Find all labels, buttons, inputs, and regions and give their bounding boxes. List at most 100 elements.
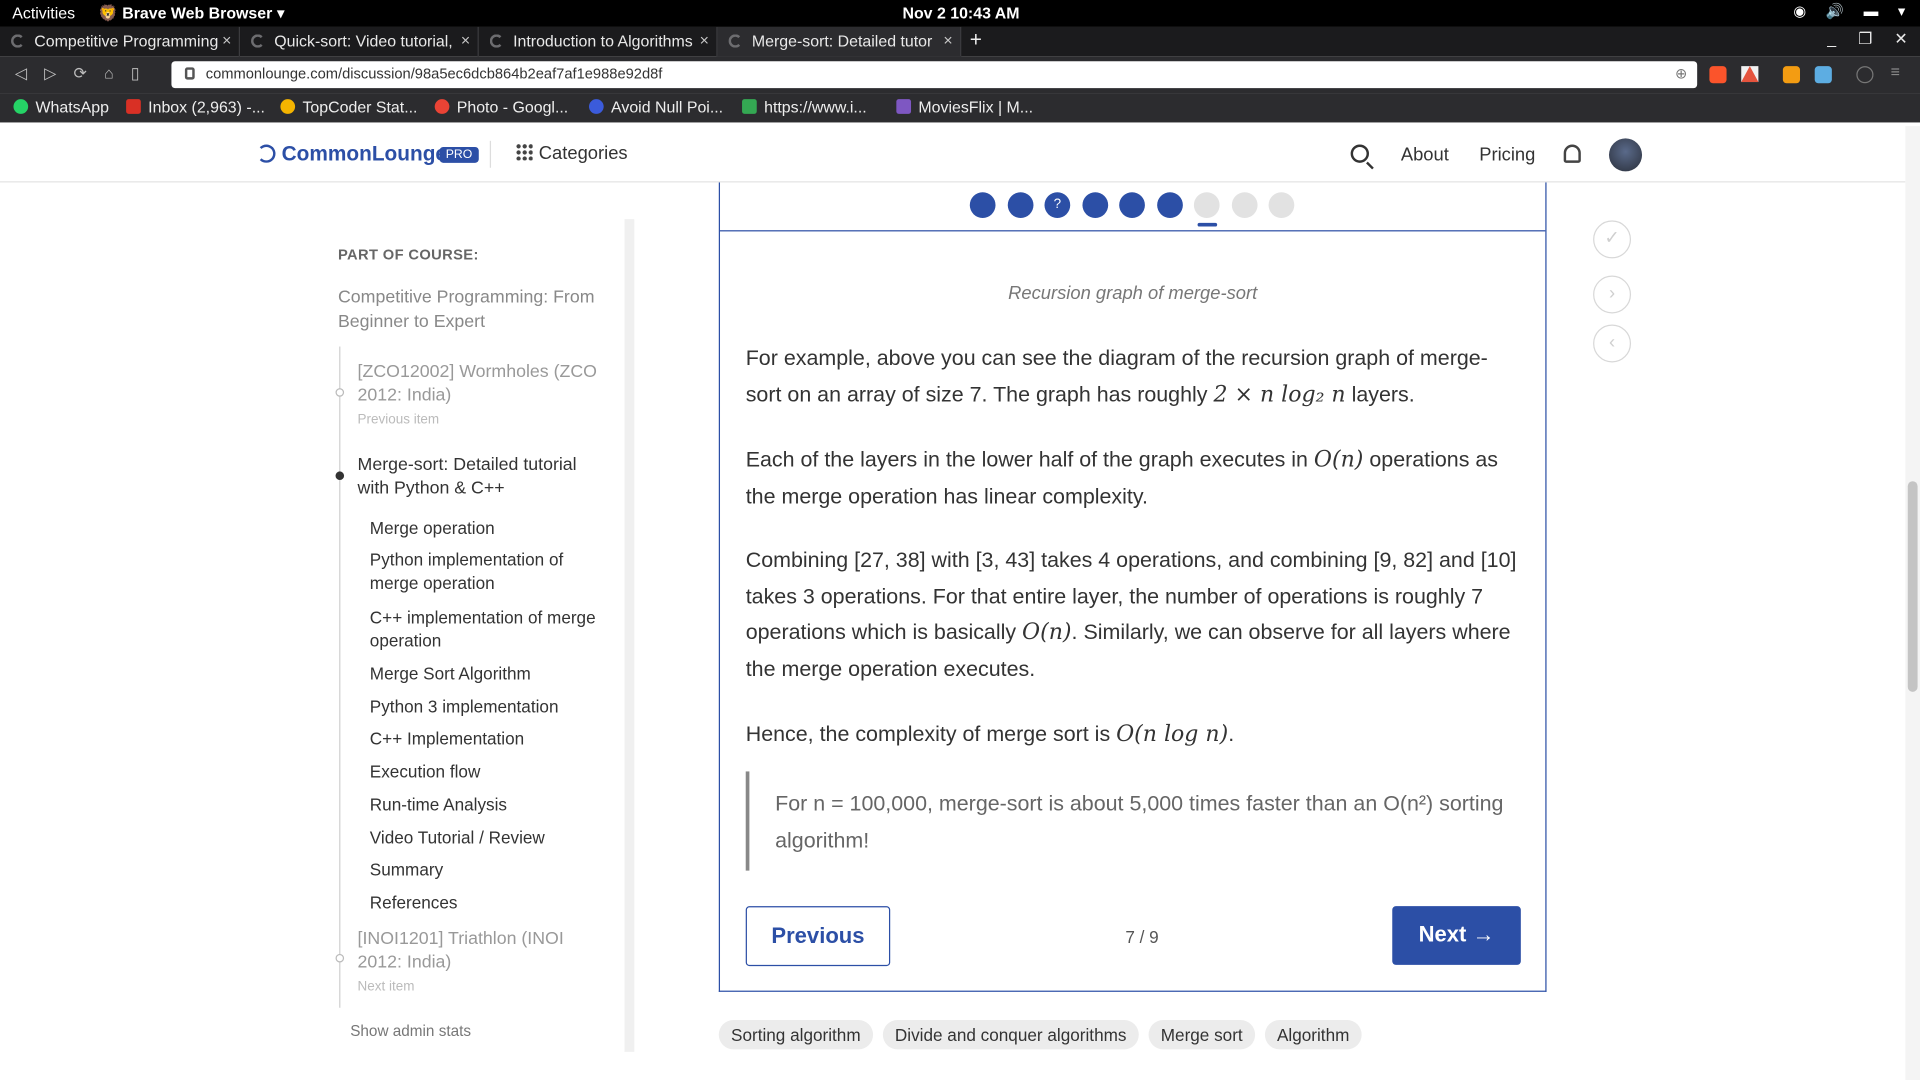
bookmark-item[interactable]: https://www.i...	[742, 98, 867, 116]
toc-item[interactable]: Merge operation	[370, 517, 603, 540]
app-menu-label: Brave Web Browser	[122, 3, 273, 23]
avatar[interactable]	[1608, 138, 1643, 172]
tab-title: Introduction to Algorithms	[513, 31, 693, 51]
search-icon[interactable]	[1350, 144, 1369, 163]
system-tray[interactable]: ◉ 🔊 ▬ ▾	[1793, 2, 1905, 19]
math: 2 × n log₂ n	[1213, 381, 1346, 408]
math: O(n)	[1313, 446, 1364, 473]
blockquote: For n = 100,000, merge-sort is about 5,0…	[745, 771, 1517, 871]
step-dot[interactable]	[1231, 192, 1258, 218]
bookmark-item[interactable]: Inbox (2,963) -...	[126, 98, 265, 116]
tab-quick-sort[interactable]: Quick-sort: Video tutorial, ×	[240, 26, 479, 57]
tab-intro-algorithms[interactable]: Introduction to Algorithms ×	[479, 26, 718, 57]
app-menu[interactable]: 🦁 Brave Web Browser ▾	[98, 4, 285, 24]
site-header: CommonLounge PRO Categories About Pricin…	[0, 126, 1906, 183]
close-icon[interactable]: ×	[700, 31, 709, 49]
close-icon[interactable]: ×	[943, 31, 952, 49]
toc-item[interactable]: C++ implementation of merge operation	[370, 606, 603, 653]
toc-item[interactable]: Execution flow	[370, 760, 603, 783]
bookmark-icon[interactable]: ▯	[131, 64, 140, 84]
tag[interactable]: Divide and conquer algorithms	[882, 1020, 1139, 1050]
brave-icon: 🦁	[97, 3, 123, 23]
scrollbar-thumb[interactable]	[1907, 481, 1918, 692]
step-dot[interactable]	[1007, 192, 1034, 218]
bell-icon[interactable]	[1563, 144, 1581, 163]
bookmark-label: Inbox (2,963) -...	[148, 97, 265, 117]
course-title-link[interactable]: Competitive Programming: From Beginner t…	[338, 285, 602, 334]
chevron-left-icon[interactable]: ‹	[1593, 324, 1632, 363]
pro-badge: PRO	[439, 146, 479, 163]
bookmarks-bar: WhatsApp Inbox (2,963) -... TopCoder Sta…	[0, 93, 1920, 123]
previous-item-label: Previous item	[357, 412, 440, 428]
toc-item[interactable]: Summary	[370, 858, 603, 881]
tab-competitive-programming[interactable]: Competitive Programming ×	[0, 26, 241, 57]
profile-icon[interactable]	[1856, 66, 1874, 84]
reload-icon[interactable]: ⟳	[73, 64, 86, 84]
step-dot[interactable]	[1157, 192, 1183, 218]
step-dot[interactable]	[1268, 192, 1295, 218]
toc-item[interactable]: Python 3 implementation	[370, 696, 603, 719]
previous-button[interactable]: Previous	[745, 906, 891, 967]
page-scrollbar[interactable]	[1905, 126, 1920, 1080]
tag[interactable]: Algorithm	[1264, 1020, 1362, 1050]
activities-button[interactable]: Activities	[12, 4, 75, 22]
zoom-icon[interactable]: ⊕	[1675, 65, 1687, 82]
bookmark-item[interactable]: Avoid Null Poi...	[588, 98, 723, 116]
step-dot[interactable]	[1082, 192, 1109, 218]
categories-label: Categories	[538, 143, 628, 165]
pen-extension-icon[interactable]	[1814, 66, 1832, 84]
about-link[interactable]: About	[1401, 144, 1449, 165]
toc-item[interactable]: Merge Sort Algorithm	[370, 662, 603, 685]
bookmark-label: WhatsApp	[35, 97, 109, 117]
close-icon[interactable]: ×	[461, 31, 470, 49]
new-tab-button[interactable]: +	[970, 28, 982, 52]
current-step-indicator	[1197, 222, 1218, 227]
step-dot[interactable]	[969, 192, 996, 218]
toc-item[interactable]: References	[370, 891, 603, 914]
tag[interactable]: Merge sort	[1148, 1020, 1255, 1050]
close-icon[interactable]: ×	[222, 31, 231, 49]
math: O(n log n)	[1116, 721, 1229, 747]
timeline-dot-current	[335, 471, 345, 481]
current-item[interactable]: Merge-sort: Detailed tutorial with Pytho…	[358, 454, 603, 501]
paragraph: Combining [27, 38] with [3, 43] takes 4 …	[746, 542, 1517, 686]
volume-icon: 🔊	[1825, 2, 1845, 20]
extension-icon[interactable]	[1782, 66, 1801, 84]
clock[interactable]: Nov 2 10:43 AM	[902, 4, 1019, 22]
bookmark-item[interactable]: WhatsApp	[13, 97, 109, 117]
minimize-icon[interactable]: _	[1827, 29, 1836, 49]
check-icon[interactable]: ✓	[1593, 220, 1632, 259]
toc-item[interactable]: Python implementation of merge operation	[370, 549, 603, 596]
bookmark-item[interactable]: Photo - Googl...	[434, 98, 568, 116]
tag[interactable]: Sorting algorithm	[718, 1020, 873, 1050]
tab-merge-sort[interactable]: Merge-sort: Detailed tutor ×	[717, 26, 962, 57]
grid-icon	[515, 143, 533, 161]
bookmark-item[interactable]: MoviesFlix | M...	[896, 98, 1033, 116]
close-window-icon[interactable]: ✕	[1894, 29, 1907, 49]
step-dot-quiz[interactable]: ?	[1044, 192, 1071, 218]
brave-rewards-icon[interactable]	[1741, 66, 1759, 83]
sidebar-scrollbar[interactable]	[624, 219, 635, 1052]
pricing-link[interactable]: Pricing	[1479, 144, 1535, 165]
brand-logo[interactable]: CommonLounge	[257, 142, 447, 166]
restore-icon[interactable]: ❐	[1858, 29, 1872, 49]
step-dot-current[interactable]	[1193, 192, 1220, 218]
paragraph: Hence, the complexity of merge sort is O…	[746, 716, 1517, 752]
back-icon[interactable]: ◁	[15, 64, 27, 84]
home-icon[interactable]: ⌂	[104, 64, 114, 84]
categories-menu[interactable]: Categories	[515, 143, 628, 165]
forward-icon[interactable]: ▷	[44, 64, 56, 84]
toc-item[interactable]: C++ Implementation	[370, 727, 603, 750]
previous-item-link[interactable]: [ZCO12002] Wormholes (ZCO 2012: India)	[358, 361, 603, 408]
menu-icon[interactable]: ≡	[1891, 62, 1908, 80]
bookmark-item[interactable]: TopCoder Stat...	[280, 98, 417, 116]
show-admin-stats-link[interactable]: Show admin stats	[350, 1022, 471, 1039]
toc-item[interactable]: Video Tutorial / Review	[370, 827, 603, 850]
next-item-link[interactable]: [INOI1201] Triathlon (INOI 2012: India)	[358, 928, 603, 975]
address-bar[interactable]: commonlounge.com/discussion/98a5ec6dcb86…	[171, 61, 1698, 89]
next-button[interactable]: Next →	[1392, 906, 1521, 965]
chevron-right-icon[interactable]: ›	[1593, 275, 1632, 314]
brave-shields-icon[interactable]	[1709, 66, 1727, 84]
step-dot[interactable]	[1119, 192, 1145, 218]
toc-item[interactable]: Run-time Analysis	[370, 793, 603, 816]
